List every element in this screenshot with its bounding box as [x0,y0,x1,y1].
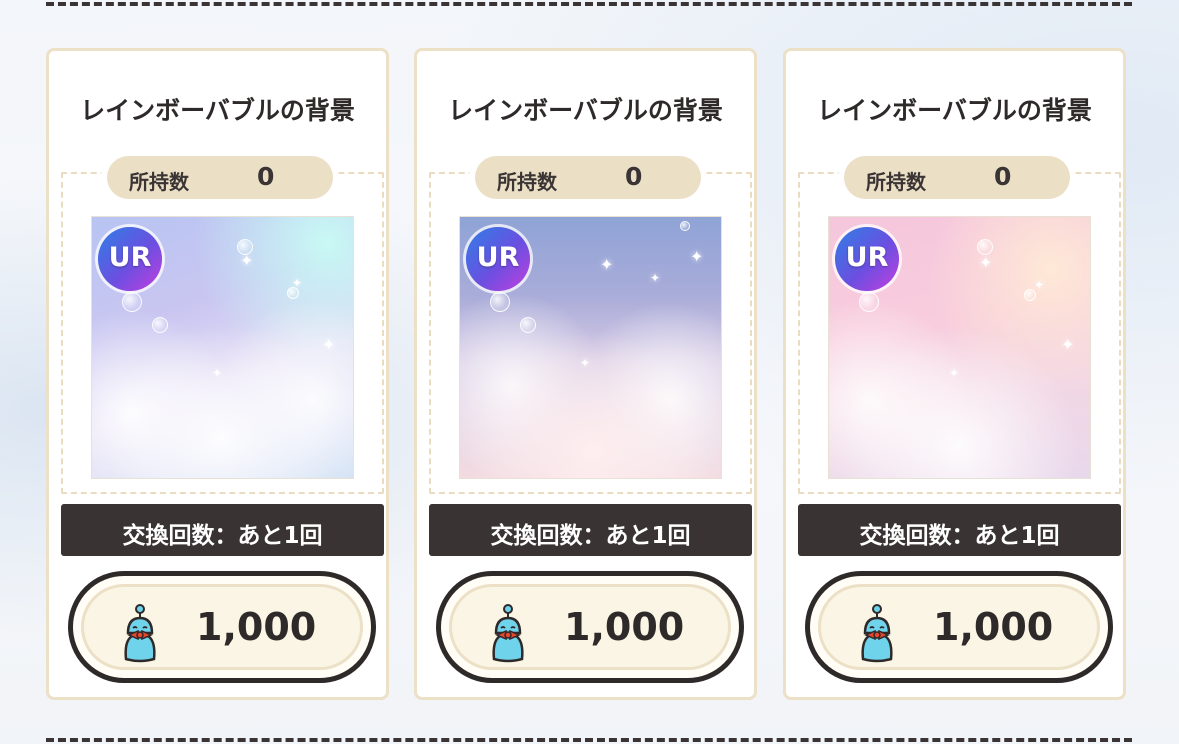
sparkle-icon: ✦ [600,255,614,274]
top-divider [46,2,1132,6]
owned-count-pill: 所持数 0 [475,156,701,199]
price-value: 1,000 [196,605,317,649]
owned-count-pill: 所持数 0 [844,156,1070,199]
owned-count: 0 [994,162,1012,191]
price-value: 1,000 [564,605,685,649]
bubble-icon [1024,289,1036,301]
mascot-currency-icon [124,604,156,663]
bubble-icon [122,292,142,312]
exchange-count-label: 交換回数：あと1回 [490,523,691,549]
price-value: 1,000 [933,605,1054,649]
rarity-badge-label: UR [845,242,889,273]
sparkle-icon: ✦ [979,253,993,272]
item-title: レインボーバブルの背景 [448,96,723,125]
bubble-icon [490,292,510,312]
bubble-icon [152,317,168,333]
bubble-icon [859,292,879,312]
exchange-price-button[interactable]: 1,000 [436,571,744,683]
exchange-count-bar: 交換回数：あと1回 [798,504,1121,556]
bubble-icon [287,287,299,299]
owned-count: 0 [257,162,275,191]
bubble-icon [977,239,993,255]
bubble-icon [680,221,690,231]
rarity-badge: UR [98,227,162,291]
rarity-badge-label: UR [476,242,520,273]
bubble-icon [237,239,253,255]
owned-label: 所持数 [129,170,189,194]
exchange-price-button[interactable]: 1,000 [68,571,376,683]
exchange-count-bar: 交換回数：あと1回 [429,504,752,556]
sparkle-icon: ✦ [1034,278,1045,292]
sparkle-icon: ✦ [322,335,336,354]
price-button-inner: 1,000 [818,584,1100,670]
item-title: レインボーバブルの背景 [817,96,1092,125]
owned-count: 0 [625,162,643,191]
rarity-badge: UR [835,227,899,291]
background-thumbnail[interactable]: ✦ ✦ ✦ ✦ UR [459,216,722,479]
sparkle-icon: ✦ [949,366,960,380]
sparkle-icon: ✦ [240,251,254,270]
exchange-count-bar: 交換回数：あと1回 [61,504,384,556]
exchange-price-button[interactable]: 1,000 [805,571,1113,683]
background-thumbnail[interactable]: ✦ ✦ ✦ ✦ UR [91,216,354,479]
owned-label: 所持数 [866,170,926,194]
exchange-count-label: 交換回数：あと1回 [122,523,323,549]
sparkle-icon: ✦ [580,356,591,370]
exchange-count-label: 交換回数：あと1回 [859,523,1060,549]
rarity-badge: UR [466,227,530,291]
item-title: レインボーバブルの背景 [80,96,355,125]
owned-count-pill: 所持数 0 [107,156,333,199]
background-thumbnail[interactable]: ✦ ✦ ✦ ✦ UR [828,216,1091,479]
bottom-divider [46,738,1132,742]
rarity-badge-label: UR [108,242,152,273]
sparkle-icon: ✦ [212,366,223,380]
shop-item-card[interactable]: レインボーバブルの背景 所持数 0 ✦ ✦ ✦ ✦ UR 交換回数：あと1回 1… [46,48,389,700]
shop-item-card[interactable]: レインボーバブルの背景 所持数 0 ✦ ✦ ✦ ✦ UR 交換回数：あと1回 1… [414,48,757,700]
sparkle-icon: ✦ [650,271,661,285]
price-button-inner: 1,000 [81,584,363,670]
mascot-currency-icon [492,604,524,663]
sparkle-icon: ✦ [690,247,704,266]
sparkle-icon: ✦ [1061,335,1075,354]
price-button-inner: 1,000 [449,584,731,670]
owned-label: 所持数 [497,170,557,194]
mascot-currency-icon [861,604,893,663]
bubble-icon [520,317,536,333]
shop-item-card[interactable]: レインボーバブルの背景 所持数 0 ✦ ✦ ✦ ✦ UR 交換回数：あと1回 1… [783,48,1126,700]
